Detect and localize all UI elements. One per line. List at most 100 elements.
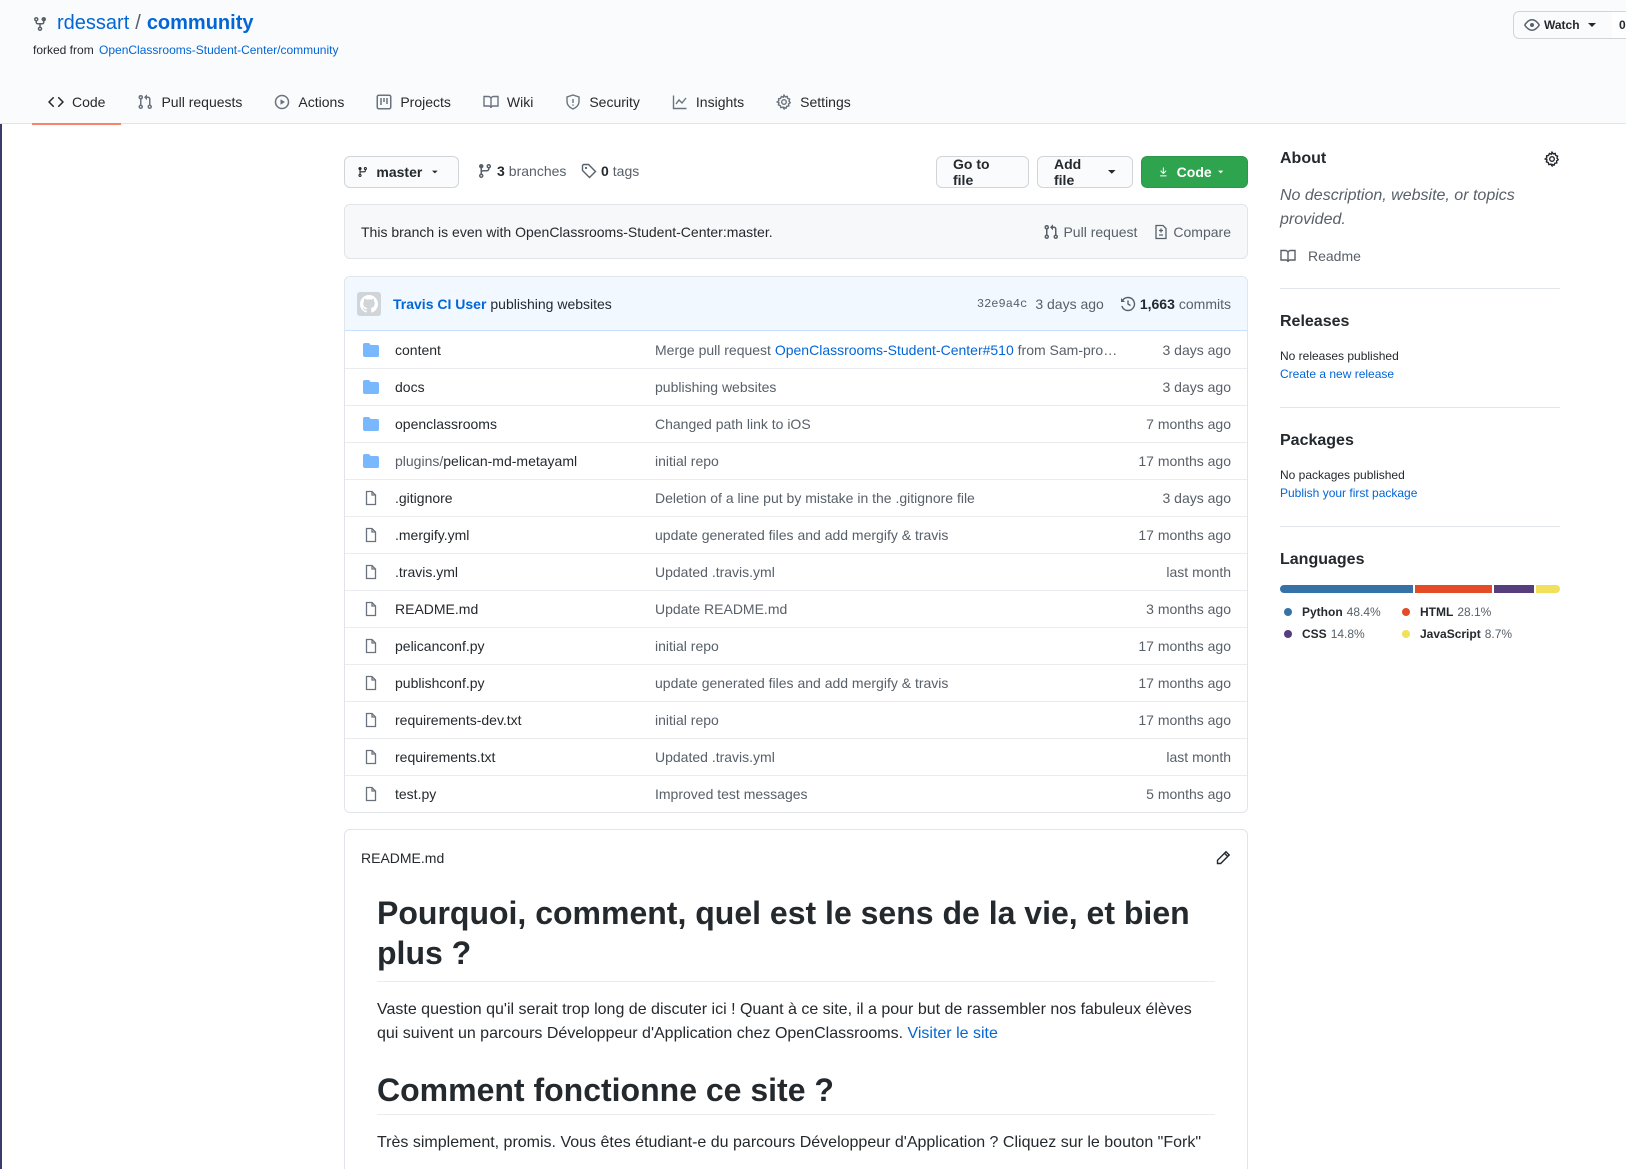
file-commit-message[interactable]: Updated .travis.yml bbox=[655, 749, 1125, 765]
file-commit-message[interactable]: publishing websites bbox=[655, 379, 1125, 395]
publish-package-link[interactable]: Publish your first package bbox=[1280, 486, 1417, 500]
file-row[interactable]: content Merge pull request OpenClassrooms… bbox=[345, 331, 1247, 368]
file-name-link[interactable]: README.md bbox=[395, 601, 655, 617]
language-item[interactable]: HTML 28.1% bbox=[1398, 605, 1516, 619]
file-name-link[interactable]: requirements-dev.txt bbox=[395, 712, 655, 728]
languages-bar bbox=[1280, 585, 1560, 593]
file-name-link[interactable]: docs bbox=[395, 379, 655, 395]
file-commit-age: 5 months ago bbox=[1146, 786, 1231, 802]
file-commit-message[interactable]: Deletion of a line put by mistake in the… bbox=[655, 490, 1125, 506]
readme-content: Pourquoi, comment, quel est le sens de l… bbox=[345, 885, 1247, 1155]
file-name: openclassrooms bbox=[395, 416, 497, 432]
file-commit-message[interactable]: Update README.md bbox=[655, 601, 1125, 617]
tab-pull-requests[interactable]: Pull requests bbox=[121, 80, 258, 124]
file-row[interactable]: .mergify.yml update generated files and a… bbox=[345, 516, 1247, 553]
file-commit-message[interactable]: Merge pull request OpenClassrooms-Studen… bbox=[655, 342, 1125, 358]
file-row[interactable]: docs publishing websites 3 days ago bbox=[345, 368, 1247, 405]
file-row[interactable]: requirements-dev.txt initial repo 17 month… bbox=[345, 701, 1247, 738]
pencil-icon[interactable] bbox=[1215, 850, 1231, 866]
file-name-link[interactable]: openclassrooms bbox=[395, 416, 655, 432]
branches-link[interactable]: 3 branches bbox=[477, 163, 566, 179]
file-name-link[interactable]: .mergify.yml bbox=[395, 527, 655, 543]
tags-link[interactable]: 0 tags bbox=[581, 163, 639, 179]
branch-status-box: This branch is even with OpenClassrooms-… bbox=[344, 204, 1248, 259]
forked-source-link[interactable]: OpenClassrooms-Student-Center/community bbox=[99, 43, 338, 57]
file-commit-message[interactable]: initial repo bbox=[655, 453, 1125, 469]
file-commit-message[interactable]: update generated files and add mergify &… bbox=[655, 527, 1125, 543]
repo-name-link[interactable]: community bbox=[147, 12, 254, 35]
tab-security[interactable]: Security bbox=[549, 80, 656, 124]
file-row[interactable]: requirements.txt Updated .travis.yml last … bbox=[345, 738, 1247, 775]
file-row[interactable]: README.md Update README.md 3 months ago bbox=[345, 590, 1247, 627]
repo-owner-link[interactable]: rdessart bbox=[57, 12, 129, 35]
file-row[interactable]: openclassrooms Changed path link to iOS 7 … bbox=[345, 405, 1247, 442]
file-commit-message[interactable]: Updated .travis.yml bbox=[655, 564, 1125, 580]
create-release-link[interactable]: Create a new release bbox=[1280, 367, 1394, 381]
file-name-link[interactable]: .gitignore bbox=[395, 490, 655, 506]
file-name-link[interactable]: pelicanconf.py bbox=[395, 638, 655, 654]
file-name-link[interactable]: publishconf.py bbox=[395, 675, 655, 691]
watch-count[interactable]: 0 bbox=[1612, 11, 1626, 39]
repo-nav-tabs: Code Pull requests Actions Projects Wiki… bbox=[32, 80, 867, 125]
file-commit-message[interactable]: initial repo bbox=[655, 638, 1125, 654]
file-name-link[interactable]: content bbox=[395, 342, 655, 358]
file-name: docs bbox=[395, 379, 425, 395]
tab-settings[interactable]: Settings bbox=[760, 80, 867, 124]
language-item[interactable]: JavaScript 8.7% bbox=[1398, 627, 1516, 641]
code-download-button[interactable]: Code bbox=[1141, 156, 1248, 188]
tab-projects[interactable]: Projects bbox=[360, 80, 467, 124]
go-to-file-button[interactable]: Go to file bbox=[936, 156, 1029, 188]
file-row[interactable]: plugins/pelican-md-metayaml initial repo 1… bbox=[345, 442, 1247, 479]
commits-history-link[interactable]: 1,663 commits bbox=[1120, 296, 1231, 312]
file-icon bbox=[365, 564, 377, 580]
compare-link[interactable]: Compare bbox=[1153, 224, 1231, 240]
packages-title[interactable]: Packages bbox=[1280, 432, 1560, 450]
commit-author-link[interactable]: Travis CI User bbox=[393, 296, 486, 312]
gear-icon[interactable] bbox=[1544, 151, 1560, 167]
readme-link[interactable]: Readme bbox=[1280, 248, 1560, 264]
tab-insights[interactable]: Insights bbox=[656, 80, 760, 124]
tags-count: 0 bbox=[601, 163, 609, 179]
file-commit-age: last month bbox=[1166, 749, 1231, 765]
pull-request-link[interactable]: Pull request bbox=[1043, 224, 1137, 240]
packages-empty-text: No packages published bbox=[1280, 468, 1405, 482]
diff-icon bbox=[1155, 224, 1168, 239]
file-name: requirements.txt bbox=[395, 749, 496, 765]
watch-button[interactable]: Watch bbox=[1513, 11, 1613, 39]
add-file-button[interactable]: Add file bbox=[1037, 156, 1133, 188]
commit-message-link[interactable]: publishing websites bbox=[490, 296, 611, 312]
file-list: content Merge pull request OpenClassrooms… bbox=[345, 331, 1247, 812]
pull-request-ref-link[interactable]: OpenClassrooms-Student-Center#510 bbox=[775, 342, 1014, 358]
file-row[interactable]: .gitignore Deletion of a line put by mist… bbox=[345, 479, 1247, 516]
commits-count: 1,663 bbox=[1139, 295, 1175, 312]
tab-actions[interactable]: Actions bbox=[258, 80, 360, 124]
file-row[interactable]: test.py Improved test messages 5 months ag… bbox=[345, 775, 1247, 812]
file-commit-message[interactable]: initial repo bbox=[655, 712, 1125, 728]
file-row[interactable]: pelicanconf.py initial repo 17 months ago bbox=[345, 627, 1247, 664]
language-bar-segment bbox=[1536, 585, 1560, 593]
file-commit-age: 17 months ago bbox=[1138, 675, 1231, 691]
language-item[interactable]: CSS 14.8% bbox=[1280, 627, 1398, 641]
tab-wiki[interactable]: Wiki bbox=[467, 80, 549, 124]
avatar[interactable] bbox=[357, 291, 381, 316]
file-row[interactable]: publishconf.py update generated files and… bbox=[345, 664, 1247, 701]
file-commit-age: 3 days ago bbox=[1162, 341, 1232, 358]
file-name-link[interactable]: test.py bbox=[395, 786, 655, 802]
visit-site-link[interactable]: Visiter le site bbox=[907, 1025, 997, 1042]
repo-separator: / bbox=[135, 12, 141, 34]
file-name-link[interactable]: .travis.yml bbox=[395, 564, 655, 580]
releases-empty-text: No releases published bbox=[1280, 349, 1399, 363]
branch-select-button[interactable]: master bbox=[344, 156, 459, 188]
file-row[interactable]: .travis.yml Updated .travis.yml last month bbox=[345, 553, 1247, 590]
file-commit-message[interactable]: update generated files and add mergify &… bbox=[655, 675, 1125, 691]
file-commit-message[interactable]: Improved test messages bbox=[655, 786, 1125, 802]
tab-code[interactable]: Code bbox=[32, 80, 122, 125]
file-icon bbox=[365, 527, 377, 543]
commit-sha-link[interactable]: 32e9a4c bbox=[977, 297, 1027, 311]
file-name-link[interactable]: requirements.txt bbox=[395, 749, 655, 765]
file-name-link[interactable]: plugins/pelican-md-metayaml bbox=[395, 453, 655, 469]
language-item[interactable]: Python 48.4% bbox=[1280, 605, 1398, 619]
repo-sidebar: About No description, website, or topics… bbox=[1280, 150, 1560, 645]
releases-title[interactable]: Releases bbox=[1280, 313, 1560, 331]
file-commit-message[interactable]: Changed path link to iOS bbox=[655, 416, 1125, 432]
